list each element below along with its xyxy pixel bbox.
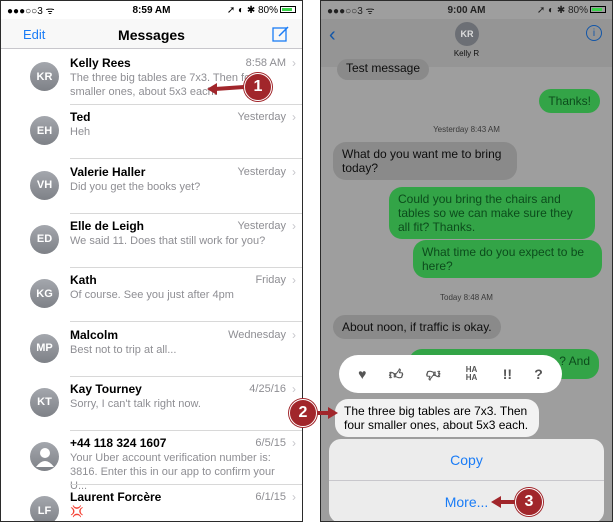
callout-arrow	[312, 407, 338, 419]
callout-badge: 2	[289, 399, 317, 427]
